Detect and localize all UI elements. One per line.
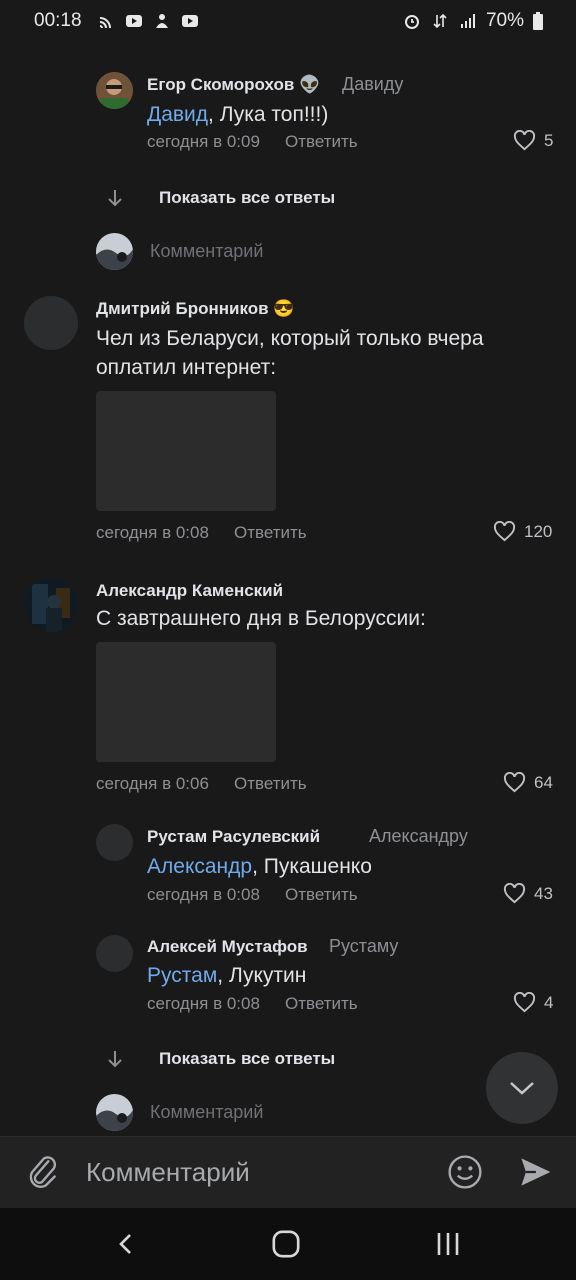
recent-apps-icon[interactable]: [426, 1222, 470, 1266]
battery-percent: 70%: [485, 10, 524, 31]
signal-icon: [458, 12, 478, 30]
comment-time: сегодня в 0:09: [147, 132, 260, 151]
alarm-icon: [402, 12, 422, 30]
like-count: 4: [544, 992, 554, 1012]
comment-time: сегодня в 0:08: [147, 885, 260, 904]
comment-author[interactable]: Рустам Расулевский: [147, 827, 320, 847]
reply-to[interactable]: Александру: [369, 826, 468, 847]
heart-icon: [513, 992, 536, 1013]
avatar[interactable]: [24, 296, 78, 350]
like-button[interactable]: 5: [513, 130, 553, 151]
send-icon[interactable]: [514, 1151, 556, 1193]
cast-icon: [96, 12, 116, 30]
attached-image[interactable]: [96, 391, 276, 511]
user-avatar: [96, 233, 133, 270]
mention-link[interactable]: Давид: [147, 103, 208, 126]
arrow-down-icon: [108, 1051, 122, 1068]
reply-button[interactable]: Ответить: [285, 994, 358, 1014]
reply-button[interactable]: Ответить: [285, 885, 358, 905]
like-button[interactable]: 64: [503, 772, 553, 793]
emoji-icon[interactable]: [444, 1151, 486, 1193]
attach-icon[interactable]: [22, 1150, 64, 1194]
like-count: 120: [524, 521, 553, 541]
show-all-replies-button[interactable]: Показать все ответы: [105, 188, 335, 208]
like-count: 64: [534, 772, 553, 792]
like-button[interactable]: 43: [503, 883, 553, 904]
avatar[interactable]: [24, 578, 78, 632]
user-avatar: [96, 1094, 133, 1131]
comment-text: С завтрашнего дня в Белоруссии:: [96, 607, 426, 630]
home-icon[interactable]: [264, 1222, 308, 1266]
comment-time: сегодня в 0:08: [147, 994, 260, 1013]
heart-icon: [493, 521, 516, 542]
comment-text: Александр, Пукашенко: [147, 855, 372, 878]
data-icon: [430, 12, 450, 30]
reply-to[interactable]: Рустаму: [329, 936, 398, 957]
avatar[interactable]: [96, 935, 133, 972]
reply-to[interactable]: Давиду: [342, 74, 403, 95]
attached-image[interactable]: [96, 642, 276, 762]
status-time: 00:18: [34, 10, 82, 31]
comment-author[interactable]: Егор Скоморохов 👽: [147, 75, 320, 95]
reply-button[interactable]: Ответить: [234, 523, 307, 543]
show-all-replies-button[interactable]: Показать все ответы: [105, 1049, 335, 1069]
battery-icon: [532, 12, 544, 30]
arrow-down-icon: [108, 190, 122, 207]
heart-icon: [513, 130, 536, 151]
comment-author[interactable]: Дмитрий Бронников 😎: [96, 299, 294, 319]
mention-link[interactable]: Александр: [147, 855, 252, 878]
comment-text: Чел из Беларуси, который только вчера оп…: [96, 327, 484, 379]
comment-text: Рустам, Лукутин: [147, 964, 307, 987]
comment-author[interactable]: Александр Каменский: [96, 581, 283, 601]
youtube-icon: [124, 12, 144, 30]
youtube-icon: [180, 12, 200, 30]
like-button[interactable]: 4: [513, 992, 553, 1013]
app-icon: [152, 12, 172, 30]
like-button[interactable]: 120: [493, 521, 552, 542]
reply-button[interactable]: Ответить: [234, 774, 307, 794]
avatar[interactable]: [96, 824, 133, 861]
heart-icon: [503, 883, 526, 904]
comment-prompt[interactable]: Комментарий: [150, 1102, 263, 1123]
comment-time: сегодня в 0:06: [96, 774, 209, 793]
comment-time: сегодня в 0:08: [96, 523, 209, 542]
back-icon[interactable]: [104, 1222, 148, 1266]
like-count: 5: [544, 130, 554, 150]
chevron-down-icon: [510, 1082, 534, 1095]
comment-author[interactable]: Алексей Мустафов: [147, 937, 308, 957]
comment-input[interactable]: Комментарий: [86, 1136, 250, 1208]
scroll-down-button[interactable]: [486, 1052, 558, 1124]
comment-prompt[interactable]: Комментарий: [150, 241, 263, 262]
avatar[interactable]: [96, 72, 133, 109]
like-count: 43: [534, 883, 553, 903]
comment-text: Давид, Лука топ!!!): [147, 103, 329, 126]
status-bar: 00:18 70%: [0, 0, 576, 42]
mention-link[interactable]: Рустам: [147, 964, 217, 987]
heart-icon: [503, 772, 526, 793]
reply-button[interactable]: Ответить: [285, 132, 358, 152]
